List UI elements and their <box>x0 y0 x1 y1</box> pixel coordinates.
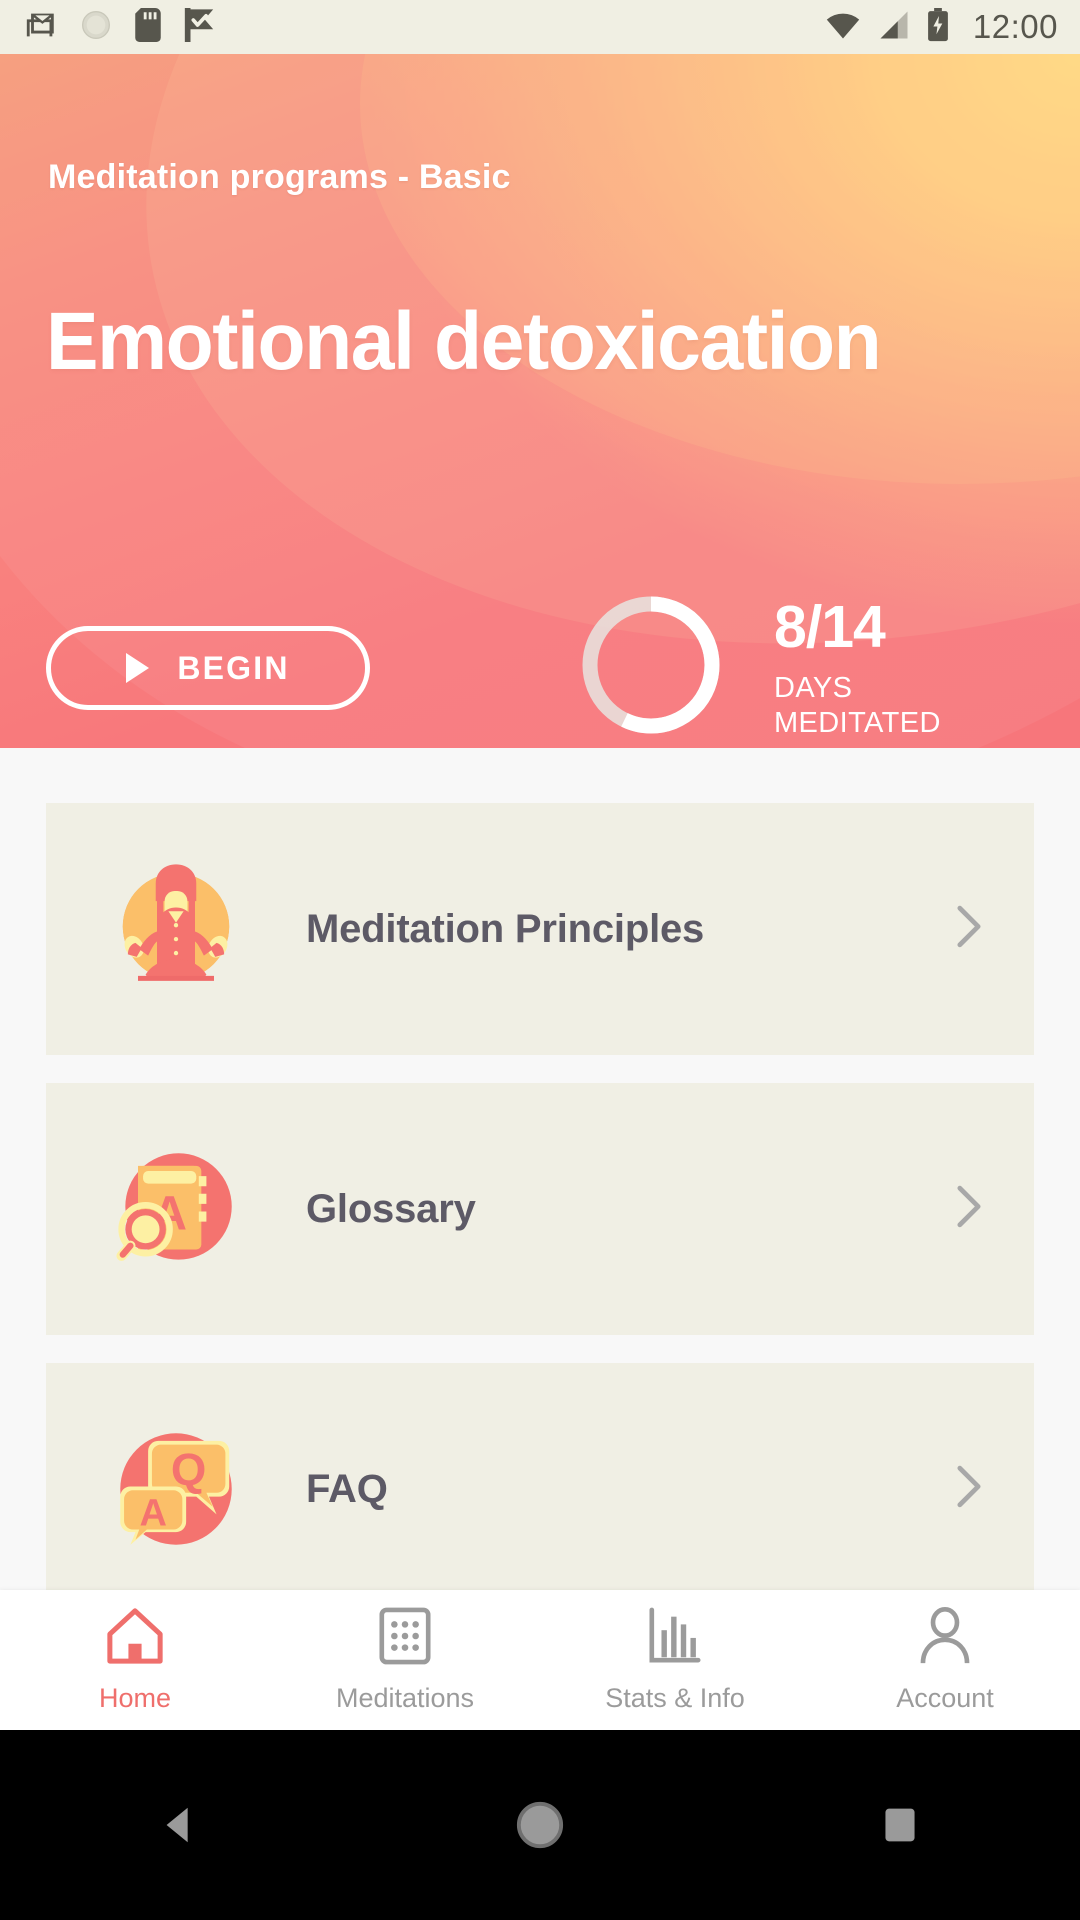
days-meditated-block: 8/14 DAYS MEDITATED <box>774 598 941 742</box>
svg-text:A: A <box>139 1493 166 1535</box>
checkmark-flag-icon <box>184 7 214 47</box>
nav-item-label: Stats & Info <box>605 1682 745 1713</box>
phone-screen: 12:00 Meditation programs - Basic Emotio… <box>0 0 1080 1920</box>
list-item-meditation-principles[interactable]: Meditation Principles <box>46 803 1034 1055</box>
person-icon <box>916 1606 974 1670</box>
list-item-label: Meditation Principles <box>306 906 705 951</box>
breadcrumb: Meditation programs - Basic <box>48 158 511 196</box>
home-circle-icon[interactable] <box>440 1800 640 1850</box>
nav-item-home[interactable]: Home <box>0 1607 270 1714</box>
signal-icon <box>877 10 911 45</box>
status-bar-left-icons <box>24 7 214 47</box>
list-item-faq[interactable]: Q A FAQ <box>46 1363 1034 1615</box>
nav-item-account[interactable]: Account <box>810 1606 1080 1714</box>
begin-button[interactable]: BEGIN <box>46 626 370 710</box>
meditating-person-icon <box>46 853 306 1005</box>
speech-bubbles-qa-icon: Q A <box>46 1413 306 1565</box>
play-icon <box>126 653 150 683</box>
back-triangle-icon[interactable] <box>80 1802 280 1848</box>
nav-item-label: Home <box>98 1682 172 1713</box>
list-item-label: Glossary <box>306 1186 476 1231</box>
status-bar: 12:00 <box>0 0 1080 54</box>
content-list[interactable]: Meditation Principles A Glossary Q A FAQ <box>0 748 1080 1664</box>
grid-dots-icon <box>377 1607 433 1670</box>
gmail-icon <box>24 8 58 47</box>
status-bar-clock: 12:00 <box>972 8 1058 45</box>
book-magnifier-icon: A <box>46 1133 306 1285</box>
days-caption-line-2: MEDITATED <box>774 707 941 740</box>
status-bar-right-icons: 12:00 <box>825 7 1058 47</box>
bottom-navigation: Home Meditations Stats & Info Account <box>0 1590 1080 1730</box>
begin-button-label: BEGIN <box>177 649 290 686</box>
home-icon <box>104 1607 166 1670</box>
nav-item-stats-info[interactable]: Stats & Info <box>540 1607 810 1714</box>
nav-item-label: Meditations <box>335 1682 475 1713</box>
days-caption-line-1: DAYS <box>774 672 853 704</box>
sd-card-icon <box>134 7 162 47</box>
nav-item-meditations[interactable]: Meditations <box>270 1607 540 1714</box>
program-header: Meditation programs - Basic Emotional de… <box>0 54 1080 748</box>
battery-charging-icon <box>927 7 949 47</box>
days-count: 8/14 <box>774 594 886 660</box>
list-item-label: FAQ <box>306 1466 388 1511</box>
wifi-icon <box>825 10 861 45</box>
list-item-glossary[interactable]: A Glossary <box>46 1083 1034 1335</box>
android-navigation-bar <box>0 1730 1080 1920</box>
chevron-right-icon[interactable] <box>956 1185 982 1234</box>
chevron-right-icon[interactable] <box>956 905 982 954</box>
bar-chart-icon <box>645 1607 705 1670</box>
nav-item-label: Account <box>896 1682 994 1713</box>
page-title: Emotional detoxication <box>46 296 882 387</box>
chevron-right-icon[interactable] <box>956 1465 982 1514</box>
recents-square-icon[interactable] <box>800 1805 1000 1845</box>
progress-ring <box>578 592 724 738</box>
alarm-icon <box>80 9 112 46</box>
